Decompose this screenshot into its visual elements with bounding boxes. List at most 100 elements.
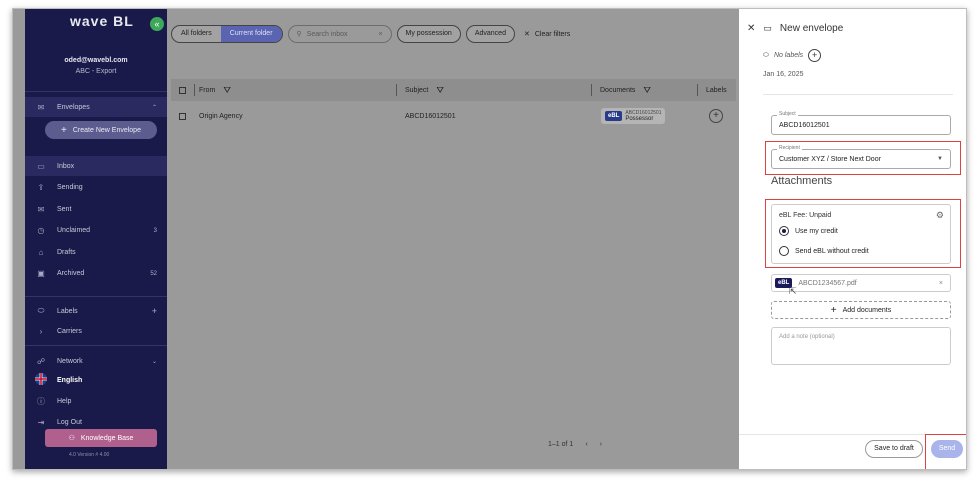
sidebar-item-label: Sending	[57, 184, 83, 191]
account-info[interactable]: oded@wavebl.com ABC - Export	[25, 57, 167, 75]
subject-field[interactable]: Subject ABCD16012501	[771, 111, 951, 135]
subject-value: ABCD16012501	[779, 121, 830, 129]
remove-file-icon[interactable]: ×	[939, 280, 943, 287]
sidebar-item-label: Inbox	[57, 162, 75, 170]
filter-icon[interactable]: ⛛	[436, 85, 444, 96]
sidebar-item-carriers[interactable]: › Carriers	[25, 321, 167, 341]
recipient-select[interactable]: Recipient Customer XYZ / Store Next Door…	[771, 145, 951, 169]
filter-icon[interactable]: ⛛	[223, 85, 231, 96]
sending-icon: ⇪	[37, 183, 45, 192]
subject-field-label: Subject	[777, 111, 798, 117]
sidebar-item-label: Log Out	[57, 418, 82, 426]
add-documents-button[interactable]: + Add documents	[771, 301, 951, 319]
add-label-button[interactable]: +	[709, 105, 723, 127]
radio-no-credit[interactable]: Send eBL without credit	[779, 246, 869, 256]
sidebar-item-labels[interactable]: ⬭ Labels +	[25, 301, 167, 321]
select-all-checkbox[interactable]	[179, 79, 195, 101]
column-documents[interactable]: Documents ⛛	[591, 79, 651, 101]
radio-selected-icon[interactable]	[779, 226, 789, 236]
add-documents-label: Add documents	[842, 306, 892, 314]
account-email: oded@wavebl.com	[64, 57, 128, 64]
prev-page-button[interactable]: ‹	[585, 441, 587, 448]
table-header: From ⛛ Subject ⛛ Documents ⛛ Labels	[171, 79, 736, 101]
note-textarea[interactable]: Add a note (optional)	[771, 327, 951, 365]
recipient-value: Customer XYZ / Store Next Door	[779, 155, 881, 163]
account-org: ABC - Export	[75, 68, 117, 75]
count-badge: 52	[150, 270, 157, 277]
column-subject[interactable]: Subject ⛛	[396, 79, 444, 101]
attached-file[interactable]: eBL ABCD1234567.pdf ×	[771, 274, 951, 292]
attachments-title: Attachments	[771, 175, 833, 187]
clear-filters-label: Clear filters	[534, 30, 571, 38]
sidebar-item-label: Help	[57, 397, 72, 405]
column-label: Labels	[706, 86, 727, 94]
knowledge-base-button[interactable]: ⚇ Knowledge Base	[45, 429, 157, 447]
clear-search-icon[interactable]: ×	[378, 31, 382, 38]
next-page-button[interactable]: ›	[600, 441, 602, 448]
search-icon: ⚲	[296, 31, 302, 38]
column-from[interactable]: From ⛛	[199, 79, 231, 101]
panel-title: New envelope	[779, 23, 844, 34]
label-icon: ⬭	[763, 51, 769, 59]
save-to-draft-button[interactable]: Save to draft	[865, 440, 923, 458]
sidebar-item-label: Envelopes	[57, 103, 90, 111]
sidebar-item-unclaimed[interactable]: ◷ Unclaimed 3	[25, 221, 167, 241]
sidebar-item-label: Sent	[57, 205, 72, 213]
sidebar-item-drafts[interactable]: ⌂ Drafts	[25, 242, 167, 262]
sidebar-item-inbox[interactable]: ▭ Inbox	[25, 156, 167, 176]
logout-icon: ⇥	[37, 417, 45, 427]
sidebar-item-label: Network	[57, 357, 83, 365]
sidebar-item-network[interactable]: ☍ Network ⌄	[25, 351, 167, 371]
row-subject: ABCD16012501	[405, 112, 456, 120]
knowledge-base-label: Knowledge Base	[80, 434, 134, 442]
document-chip[interactable]: eBL ABCD16012501 Possessor	[601, 108, 666, 124]
sidebar-item-label: Unclaimed	[57, 227, 91, 234]
sidebar-item-sending[interactable]: ⇪ Sending	[25, 178, 167, 198]
count-badge: 3	[153, 227, 157, 234]
column-label: Subject	[405, 86, 429, 94]
close-panel-icon[interactable]: ✕	[747, 23, 755, 34]
advanced-filter-button[interactable]: Advanced	[465, 25, 515, 43]
clock-icon: ◷	[37, 226, 45, 235]
sidebar-item-language[interactable]: English	[25, 370, 167, 390]
clear-filters-button[interactable]: ✕ Clear filters	[520, 30, 571, 39]
sidebar-item-sent[interactable]: ✉ Sent	[25, 199, 167, 219]
row-checkbox[interactable]	[179, 105, 186, 127]
sidebar-item-archived[interactable]: ▣ Archived 52	[25, 264, 167, 284]
dropdown-arrow-icon: ▼	[937, 156, 943, 162]
search-input[interactable]: ⚲ Search inbox ×	[287, 25, 392, 43]
filter-icon[interactable]: ⛛	[643, 85, 651, 96]
sent-icon: ✉	[37, 204, 45, 214]
radio-use-credit[interactable]: Use my credit	[779, 226, 838, 236]
row-document[interactable]: eBL ABCD16012501 Possessor	[601, 105, 666, 127]
add-label-button[interactable]: +	[808, 49, 822, 62]
current-folder-tab[interactable]: Current folder	[220, 26, 282, 42]
table-row[interactable]: Origin Agency ABCD16012501 eBL ABCD16012…	[171, 105, 736, 127]
chevron-right-icon: ›	[39, 326, 43, 336]
double-chevron-left-icon: «	[154, 19, 160, 29]
pagination: 1–1 of 1 ‹ ›	[548, 441, 602, 448]
radio-unselected-icon[interactable]	[779, 246, 789, 256]
book-icon: ⚇	[68, 435, 75, 442]
envelope-date: Jan 16, 2025	[763, 71, 804, 78]
plus-icon: +	[830, 304, 837, 316]
no-labels-text: No labels	[773, 52, 804, 59]
collapse-sidebar-button[interactable]: «	[150, 17, 164, 31]
gear-icon[interactable]: ⚙	[936, 210, 944, 221]
folder-scope-toggle: All folders Current folder	[171, 25, 283, 43]
create-envelope-button[interactable]: + Create New Envelope	[45, 121, 157, 139]
add-label-icon[interactable]: +	[152, 306, 157, 316]
version-text: 4.0 Version # 4.00	[69, 452, 110, 458]
recipient-field-label: Recipient	[777, 145, 802, 151]
sidebar-item-help[interactable]: ⓘ Help	[25, 391, 167, 411]
column-labels[interactable]: Labels	[697, 79, 727, 101]
note-placeholder: Add a note (optional)	[779, 334, 835, 340]
uk-flag-icon	[35, 373, 47, 387]
column-label: Documents	[600, 86, 636, 94]
sidebar-item-envelopes[interactable]: ✉ Envelopes ⌃	[25, 97, 167, 117]
send-button[interactable]: Send	[931, 440, 963, 458]
page-range: 1–1 of 1	[548, 441, 574, 448]
column-label: From	[199, 86, 216, 94]
my-possession-filter[interactable]: My possession	[396, 25, 461, 43]
all-folders-tab[interactable]: All folders	[172, 26, 221, 42]
